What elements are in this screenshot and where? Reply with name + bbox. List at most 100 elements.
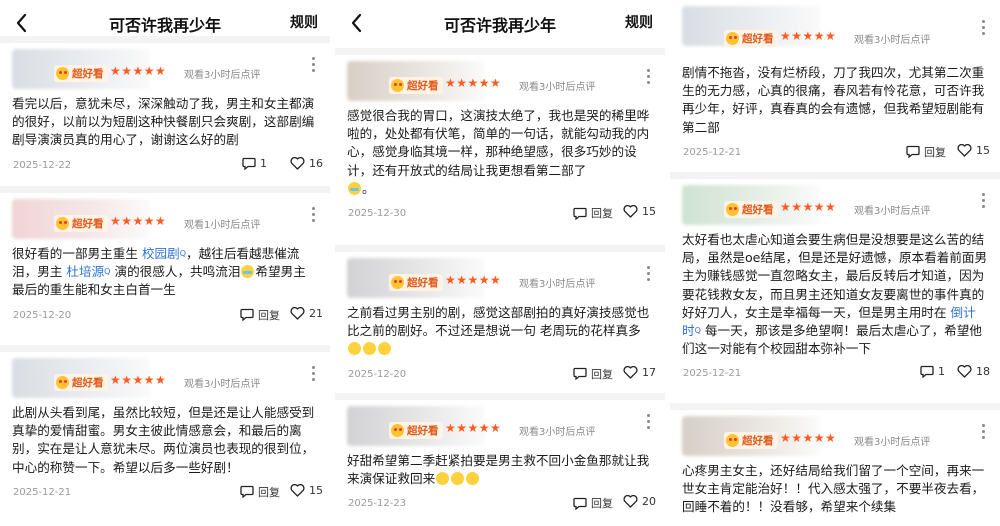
review-card: 超好看 ★★★★★ 观看3小时后点评 之前看过男主别的剧，感觉这部剧拍的真好演技… [335, 245, 665, 389]
heart-eyes-emoji-icon [56, 67, 69, 80]
rating-badge-label: 超好看 [742, 204, 774, 216]
reply-button[interactable]: 回复 [240, 484, 280, 500]
more-options-icon[interactable] [647, 414, 651, 432]
star-rating: ★★★★★ [110, 373, 167, 387]
like-button[interactable]: 16 [290, 156, 323, 170]
rating-badge: 超好看 [389, 422, 443, 439]
rating-badge: 超好看 [389, 274, 443, 291]
comment-icon [906, 146, 920, 159]
rating-badge-label: 超好看 [742, 435, 774, 447]
rating-badge: 超好看 [389, 77, 443, 94]
star-rating: ★★★★★ [110, 64, 167, 78]
comment-icon [242, 157, 256, 170]
review-date: 2025-12-21 [683, 146, 742, 158]
comment-icon [920, 366, 934, 379]
rating-badge-label: 超好看 [72, 377, 104, 389]
rating-badge-label: 超好看 [72, 68, 104, 80]
rules-button[interactable]: 规则 [625, 12, 653, 32]
star-rating: ★★★★★ [780, 29, 837, 43]
like-button[interactable]: 21 [290, 306, 323, 320]
more-options-icon[interactable] [312, 57, 316, 75]
reply-button[interactable]: 回复 [573, 495, 613, 511]
review-text: 好甜希望第二季赶紧拍要是男主救不回小金鱼那就让我来演保证救回来 [335, 452, 665, 488]
like-button[interactable]: 18 [957, 365, 990, 378]
smile-emoji-icon [363, 342, 376, 356]
review-text-part: 感觉很合我的胃口，这演技太绝了，我也是哭的稀里哗啦的，处处都有伏笔，简单的一句话… [347, 108, 650, 178]
nav-header: 可否许我再少年 规则 [335, 0, 665, 44]
reply-button[interactable]: 回复 [906, 144, 946, 160]
rating-badge: 超好看 [54, 374, 108, 391]
heart-icon [623, 365, 638, 379]
like-button[interactable]: 15 [290, 483, 323, 497]
heart-eyes-emoji-icon [391, 424, 404, 437]
like-button[interactable]: 15 [957, 143, 990, 157]
review-card: 超好看 ★★★★★ 观看3小时后点评 剧情不拖沓，没有烂桥段，刀了我四次，尤其第… [670, 0, 1000, 167]
reply-button[interactable]: 1 [920, 365, 945, 379]
reply-button[interactable]: 回复 [573, 366, 613, 382]
review-date: 2025-12-20 [13, 309, 72, 321]
topic-link-actor[interactable]: 杜培源 [66, 264, 104, 279]
rules-button[interactable]: 规则 [290, 12, 318, 32]
review-panel-3: 超好看 ★★★★★ 观看3小时后点评 剧情不拖沓，没有烂桥段，刀了我四次，尤其第… [670, 0, 1000, 526]
rating-badge-label: 超好看 [407, 80, 439, 92]
review-text: 心疼男主女主，还好结局给我们留了一个空间，再来一世女主肯定能治好！！代入感太强了… [682, 463, 985, 515]
heart-eyes-emoji-icon [726, 434, 739, 447]
like-button[interactable]: 20 [623, 495, 656, 508]
rating-badge: 超好看 [54, 215, 108, 232]
rating-badge-label: 超好看 [407, 425, 439, 437]
review-date: 2025-12-30 [348, 208, 407, 220]
heart-icon [290, 306, 305, 320]
more-options-icon[interactable] [647, 69, 651, 87]
heart-eyes-emoji-icon [391, 276, 404, 289]
review-date: 2025-12-20 [348, 368, 407, 380]
watch-time-note: 观看3小时后点评 [854, 437, 931, 448]
more-options-icon[interactable] [647, 266, 651, 284]
rating-badge: 超好看 [724, 432, 778, 449]
watch-time-note: 观看3小时后点评 [519, 427, 596, 438]
review-card: 超好看 ★★★★★ 观看1小时后点评 很好看的一部男主重生 校园剧Q，越往后看越… [0, 186, 330, 330]
review-panel-1: 可否许我再少年 规则 超好看 ★★★★★ 观看3小时后点评 看完以后，意犹未尽，… [0, 0, 330, 526]
more-options-icon[interactable] [312, 207, 316, 225]
like-count: 15 [976, 143, 990, 157]
star-rating: ★★★★★ [110, 214, 167, 228]
rating-badge: 超好看 [724, 30, 778, 47]
review-text-part: 。 [362, 180, 375, 196]
comment-icon [573, 367, 587, 381]
like-button[interactable]: 17 [623, 365, 656, 379]
comment-icon [240, 486, 254, 499]
more-options-icon[interactable] [982, 424, 986, 442]
star-rating: ★★★★★ [445, 421, 502, 435]
review-date: 2025-12-21 [13, 486, 72, 498]
like-button[interactable]: 15 [623, 205, 656, 218]
review-card: 超好看 ★★★★★ 观看3小时后点评 看完以后，意犹未尽，深深触动了我，男主和女… [0, 36, 330, 180]
reply-button[interactable]: 1 [242, 157, 267, 170]
review-text-part: 演的很感人，共鸣流泪 [110, 264, 241, 280]
reply-button[interactable]: 回复 [240, 307, 280, 323]
reply-count: 1 [938, 365, 945, 379]
more-options-icon[interactable] [982, 20, 986, 38]
more-options-icon[interactable] [312, 366, 316, 384]
watch-time-note: 观看3小时后点评 [184, 379, 261, 390]
review-card: 超好看 ★★★★★ 观看3小时后点评 好甜希望第二季赶紧拍要是男主救不回小金鱼那… [335, 393, 665, 518]
more-options-icon[interactable] [982, 193, 986, 211]
reply-button[interactable]: 回复 [573, 205, 613, 221]
rating-badge: 超好看 [724, 201, 778, 218]
rating-badge-label: 超好看 [72, 218, 104, 230]
reply-label: 回复 [258, 308, 280, 322]
like-count: 17 [642, 365, 656, 379]
page-title: 可否许我再少年 [443, 16, 556, 35]
review-card: 超好看 ★★★★★ 观看3小时后点评 此剧从头看到尾，虽然比较短，但是还是让人能… [0, 345, 330, 507]
reply-label: 回复 [591, 497, 613, 511]
heart-eyes-emoji-icon [56, 217, 69, 230]
topic-link-campus-drama[interactable]: 校园剧 [142, 246, 180, 261]
star-rating: ★★★★★ [445, 273, 502, 287]
smile-emoji-icon [466, 472, 480, 486]
page-title: 可否许我再少年 [108, 16, 221, 35]
watch-time-note: 观看3小时后点评 [519, 279, 596, 290]
comment-icon [240, 308, 254, 322]
review-text-part: 好甜希望第二季赶紧拍要是男主救不回小金鱼那就让我来演保证救回来 [347, 453, 650, 487]
review-card: 超好看 ★★★★★ 观看3小时后点评 太好看也太虐心知道会要生病但是没想要是这么… [670, 172, 1000, 388]
star-rating: ★★★★★ [780, 431, 837, 445]
heart-icon [957, 365, 972, 379]
star-rating: ★★★★★ [445, 76, 502, 90]
